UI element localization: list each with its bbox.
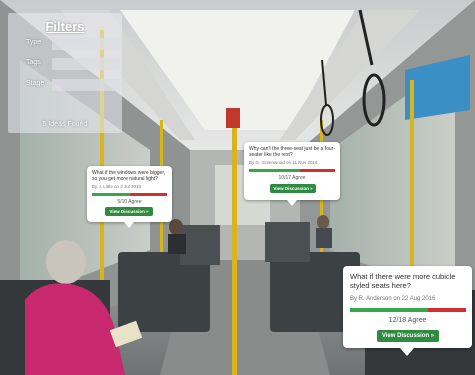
type-filter-row: Type: [8, 38, 122, 52]
view-discussion-button[interactable]: View Discussion »: [377, 330, 439, 342]
idea-byline: By J. Little on 3 Jul 2016: [92, 184, 142, 189]
tags-filter-label: Tags: [26, 59, 41, 66]
card-pointer: [124, 222, 134, 228]
view-discussion-button[interactable]: View Discussion »: [105, 207, 153, 216]
agree-count: 5/10 Agree: [117, 199, 142, 205]
view-discussion-button[interactable]: View Discussion »: [270, 184, 316, 193]
type-filter-input[interactable]: [52, 38, 122, 50]
agree-bar: [92, 193, 167, 196]
agree-count: 10/17 Agree: [278, 175, 306, 181]
filters-panel: Filters Type Tags Stage 5 Ideas Found: [8, 13, 122, 133]
stage-filter-label: Stage: [26, 80, 45, 87]
idea-card-three-seat[interactable]: Why can't the three-seat just be a four-…: [244, 142, 340, 206]
stage-filter-input[interactable]: [52, 79, 122, 91]
card-pointer: [400, 348, 414, 356]
agree-bar-fill: [350, 308, 428, 312]
idea-card-cubicle-seats[interactable]: What if there were more cubicle styled s…: [343, 266, 472, 356]
idea-question: What if there were more cubicle styled s…: [350, 272, 456, 290]
idea-card-windows[interactable]: What if the windows were bigger, so you …: [87, 166, 172, 228]
idea-question: What if the windows were bigger, so you …: [92, 170, 166, 182]
agree-count: 12/18 Agree: [388, 317, 427, 324]
idea-byline: By G. Greenwood on 11 Nov 2016: [249, 160, 318, 165]
agree-bar-fill: [249, 169, 300, 172]
agree-bar: [249, 169, 335, 172]
idea-byline: By R. Anderson on 22 Aug 2016: [350, 296, 436, 302]
agree-bar: [350, 308, 466, 312]
filters-title: Filters: [45, 19, 85, 34]
idea-question: Why can't the three-seat just be a four-…: [249, 146, 335, 158]
stage-filter-row: Stage: [8, 79, 122, 93]
tags-filter-input[interactable]: [52, 58, 122, 70]
ideas-found-count: 5 Ideas Found: [42, 121, 88, 128]
tags-filter-row: Tags: [8, 58, 122, 72]
type-filter-label: Type: [26, 39, 42, 46]
card-pointer: [287, 200, 297, 206]
agree-bar-fill: [92, 193, 130, 196]
